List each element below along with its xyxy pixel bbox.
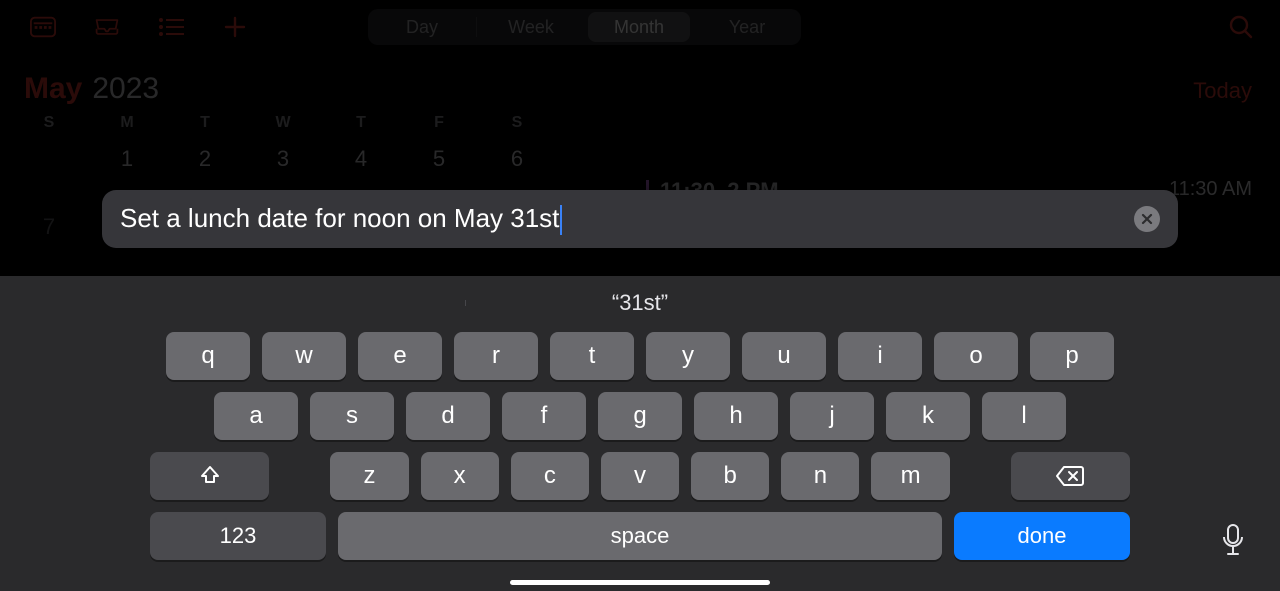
key-d[interactable]: d [406,392,490,440]
microphone-icon [1220,523,1246,557]
key-z[interactable]: z [330,452,408,500]
key-t[interactable]: t [550,332,634,380]
quick-add-text: Set a lunch date for noon on May 31st [120,203,1134,235]
key-row-3: z x c v b n m [150,452,1130,500]
key-j[interactable]: j [790,392,874,440]
key-i[interactable]: i [838,332,922,380]
space-key[interactable]: space [338,512,942,560]
key-c[interactable]: c [511,452,589,500]
key-b[interactable]: b [691,452,769,500]
key-row-2: a s d f g h j k l [150,392,1130,440]
shift-icon [198,464,222,488]
key-u[interactable]: u [742,332,826,380]
key-g[interactable]: g [598,392,682,440]
key-m[interactable]: m [871,452,949,500]
key-o[interactable]: o [934,332,1018,380]
key-v[interactable]: v [601,452,679,500]
key-x[interactable]: x [421,452,499,500]
text-caret [560,205,562,235]
key-p[interactable]: p [1030,332,1114,380]
key-a[interactable]: a [214,392,298,440]
shift-key[interactable] [150,452,269,500]
done-key[interactable]: done [954,512,1130,560]
backspace-icon [1055,465,1085,487]
key-y[interactable]: y [646,332,730,380]
dictation-button[interactable] [1220,523,1246,557]
key-q[interactable]: q [166,332,250,380]
quick-add-input[interactable]: Set a lunch date for noon on May 31st [102,190,1178,248]
key-r[interactable]: r [454,332,538,380]
clear-text-button[interactable] [1134,206,1160,232]
key-h[interactable]: h [694,392,778,440]
key-e[interactable]: e [358,332,442,380]
key-n[interactable]: n [781,452,859,500]
on-screen-keyboard: “31st” q w e r t y u i o p a s d f g h j… [0,276,1280,591]
home-indicator[interactable] [510,580,770,585]
suggestion[interactable]: “31st” [465,290,815,316]
suggestion-bar: “31st” [0,276,1280,330]
key-row-4: 123 space done [150,512,1130,560]
numbers-key[interactable]: 123 [150,512,326,560]
key-l[interactable]: l [982,392,1066,440]
backspace-key[interactable] [1011,452,1130,500]
key-row-1: q w e r t y u i o p [150,332,1130,380]
key-w[interactable]: w [262,332,346,380]
key-s[interactable]: s [310,392,394,440]
key-f[interactable]: f [502,392,586,440]
key-k[interactable]: k [886,392,970,440]
